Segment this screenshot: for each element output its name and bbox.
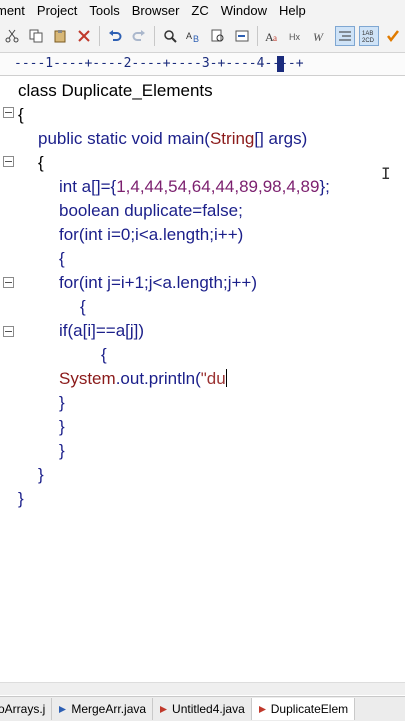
code-line: {: [18, 105, 24, 124]
line-numbers-icon[interactable]: 1AB 2CD: [359, 26, 379, 46]
svg-text:B: B: [193, 34, 199, 43]
text-caret: [225, 369, 227, 387]
java-file-icon: [160, 705, 168, 713]
menu-item-browser[interactable]: Browser: [126, 3, 186, 18]
menu-item-zc[interactable]: ZC: [185, 3, 214, 18]
find-icon[interactable]: [160, 26, 180, 46]
indent-icon[interactable]: [335, 26, 355, 46]
code-editor[interactable]: class Duplicate_Elements { public static…: [0, 76, 405, 680]
hex-icon[interactable]: Hx: [287, 26, 307, 46]
code-line: System.out.println("du: [59, 369, 227, 388]
java-file-icon: [258, 705, 266, 713]
menu-item-tools[interactable]: Tools: [83, 3, 125, 18]
mouse-ibeam-cursor-icon: I: [381, 164, 391, 183]
redo-icon[interactable]: [129, 26, 149, 46]
fold-toggle-icon[interactable]: [3, 326, 14, 337]
find-in-files-icon[interactable]: [208, 26, 228, 46]
ruler-scale: ----1----+----2----+----3-+----4----+: [14, 56, 304, 71]
svg-text:W: W: [313, 30, 324, 43]
svg-text:A: A: [186, 31, 192, 41]
ruler-cursor-marker: [277, 56, 284, 72]
toolbar-divider: [99, 26, 100, 46]
code-line: }: [38, 465, 44, 484]
menu-item-project[interactable]: Project: [31, 3, 83, 18]
code-line: }: [59, 393, 65, 412]
svg-text:1AB: 1AB: [362, 31, 373, 37]
paste-icon[interactable]: [50, 26, 70, 46]
tab-mergearr[interactable]: MergeArr.java: [52, 698, 154, 720]
delete-icon[interactable]: [74, 26, 94, 46]
code-line: }: [18, 489, 24, 508]
svg-text:a: a: [273, 33, 277, 43]
goto-icon[interactable]: [232, 26, 252, 46]
fold-toggle-icon[interactable]: [3, 156, 14, 167]
scissors-icon[interactable]: [2, 26, 22, 46]
horizontal-scrollbar[interactable]: [0, 682, 405, 695]
code-line: int a[]={1,4,44,54,64,44,89,98,4,89};: [59, 177, 330, 196]
undo-icon[interactable]: [105, 26, 125, 46]
code-line: public static void main(String[] args): [38, 129, 308, 148]
code-line: class Duplicate_Elements: [18, 81, 213, 100]
code-line: if(a[i]==a[j]): [59, 321, 145, 340]
copy-icon[interactable]: [26, 26, 46, 46]
java-file-icon: [59, 705, 67, 713]
toolbar: AB Aa Hx W 1AB 2CD: [0, 20, 405, 53]
tab-oarrays[interactable]: oArrays.j: [0, 698, 53, 720]
fold-toggle-icon[interactable]: [3, 107, 14, 118]
menu-bar: ment Project Tools Browser ZC Window Hel…: [0, 0, 405, 20]
replace-icon[interactable]: AB: [184, 26, 204, 46]
toolbar-divider: [154, 26, 155, 46]
font-case-icon[interactable]: Aa: [263, 26, 283, 46]
code-line: for(int j=i+1;j<a.length;j++): [59, 273, 257, 292]
menu-item-help[interactable]: Help: [273, 3, 312, 18]
svg-text:Hx: Hx: [289, 32, 300, 42]
tab-duplicate-elements[interactable]: DuplicateElem: [251, 698, 356, 720]
menu-item-document[interactable]: ment: [0, 3, 31, 18]
code-line: boolean duplicate=false;: [59, 201, 243, 220]
code-line: {: [80, 297, 86, 316]
toolbar-divider: [257, 26, 258, 46]
document-tab-bar: oArrays.j MergeArr.java Untitled4.java D…: [0, 696, 405, 721]
svg-text:2CD: 2CD: [362, 38, 375, 43]
fold-toggle-icon[interactable]: [3, 277, 14, 288]
code-line: {: [101, 345, 107, 364]
menu-item-window[interactable]: Window: [215, 3, 273, 18]
code-line: for(int i=0;i<a.length;i++): [59, 225, 244, 244]
tab-untitled4[interactable]: Untitled4.java: [153, 698, 252, 720]
word-wrap-icon[interactable]: W: [311, 26, 331, 46]
column-ruler: ----1----+----2----+----3-+----4----+: [0, 53, 405, 76]
code-line: }: [59, 441, 65, 460]
spell-check-icon[interactable]: [383, 26, 403, 46]
code-line: }: [59, 417, 65, 436]
code-line: {: [59, 249, 65, 268]
code-line: {: [38, 153, 44, 172]
